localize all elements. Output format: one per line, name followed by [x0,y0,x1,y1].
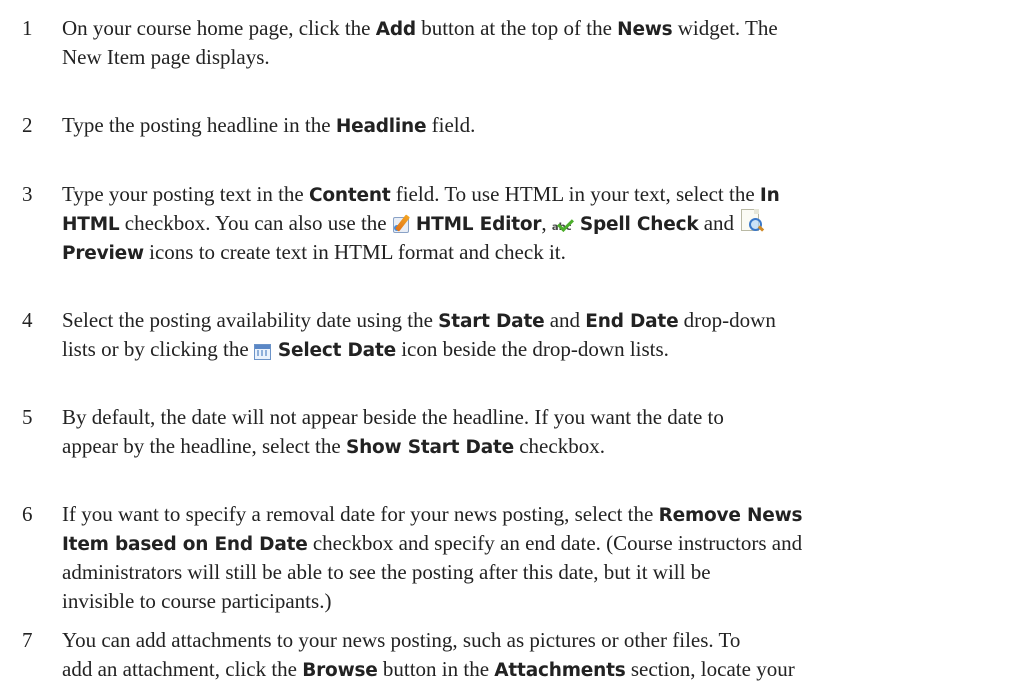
text-run: button in the [377,657,495,681]
step-text: If you want to specify a removal date fo… [62,500,1002,616]
text-run: and [698,211,740,235]
text-run: Type your posting text in the [62,182,309,206]
text-run: checkbox and specify an end date. (Cours… [307,531,803,555]
text-run: checkbox. You can also use the [119,211,392,235]
step-text: Type the posting headline in the Headlin… [62,111,1002,140]
text-run: checkbox. [513,434,605,458]
ui-term-headline: Headline [335,116,427,137]
text-run: On your course home page, click the [62,16,376,40]
text-run: add an attachment, click the [62,657,303,681]
ui-term-start-date: Start Date [438,311,545,332]
text-run: New Item page displays. [62,45,270,69]
ui-term-select-date: Select Date [277,340,396,361]
ui-term-add: Add [375,19,416,40]
text-run: field. To use HTML in your text, select … [390,182,760,206]
ui-term-remove-news-item: Remove News [658,505,803,526]
ui-term-html-editor: HTML Editor [415,214,542,235]
ui-term-spell-check: Spell Check [579,214,699,235]
spell-check-icon: abc [552,215,576,233]
ui-term-remove-news-item: Item based on End Date [62,534,308,555]
text-run: field. [426,113,476,137]
ui-term-end-date: End Date [585,311,679,332]
text-run: section, locate your [625,657,795,681]
text-run: and [544,308,586,332]
text-run: widget. The [672,16,778,40]
ui-term-content: Content [309,185,391,206]
text-run: , [541,211,552,235]
ui-term-in-html: HTML [62,214,120,235]
text-run: lists or by clicking the [62,337,254,361]
text-run: Type the posting headline in the [62,113,336,137]
step-text: On your course home page, click the Add … [62,14,1002,72]
step-number: 5 [22,405,33,429]
text-run: icons to create text in HTML format and … [143,240,566,264]
ui-term-browse: Browse [302,660,378,681]
text-run: button at the top of the [415,16,618,40]
step-text: Select the posting availability date usi… [62,306,1002,364]
calendar-icon [253,343,272,360]
preview-icon [739,209,765,233]
step-number: 6 [22,502,33,526]
step-text: Type your posting text in the Content fi… [62,180,1002,267]
step-text: You can add attachments to your news pos… [62,626,1002,684]
ui-term-in-html: In [759,185,780,206]
step-number: 3 [22,182,33,206]
step-number: 7 [22,628,33,652]
step-text: By default, the date will not appear bes… [62,403,1002,461]
text-run: You can add attachments to your news pos… [62,628,741,652]
ui-term-news: News [617,19,673,40]
html-editor-icon [392,213,412,233]
text-run: administrators will still be able to see… [62,560,711,584]
text-run: Select the posting availability date usi… [62,308,439,332]
text-run: appear by the headline, select the [62,434,346,458]
text-run: drop-down [678,308,776,332]
step-number: 4 [22,308,33,332]
step-number: 1 [22,16,33,40]
text-run: icon beside the drop-down lists. [395,337,669,361]
text-run: invisible to course participants.) [62,589,332,613]
ui-term-preview: Preview [62,243,144,264]
text-run: By default, the date will not appear bes… [62,405,724,429]
ui-term-attachments: Attachments [494,660,626,681]
step-number: 2 [22,113,33,137]
ui-term-show-start-date: Show Start Date [345,437,514,458]
text-run: If you want to specify a removal date fo… [62,502,659,526]
